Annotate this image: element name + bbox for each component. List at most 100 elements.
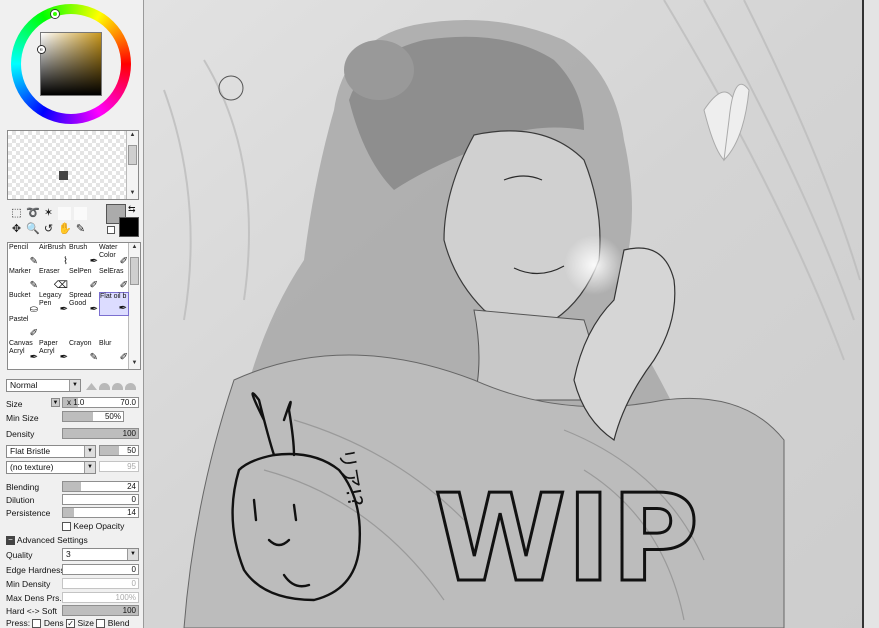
blur-icon: ✐ bbox=[119, 352, 128, 363]
paper-acryl-icon: ✒ bbox=[59, 352, 68, 363]
shape-preset-1[interactable] bbox=[86, 383, 97, 390]
scroll-thumb[interactable] bbox=[128, 145, 137, 165]
persistence-slider[interactable]: 14 bbox=[62, 507, 139, 518]
advanced-settings-toggle[interactable]: − Advanced Settings bbox=[6, 534, 88, 546]
reset-colors-icon[interactable] bbox=[107, 226, 115, 234]
min-density-label: Min Density bbox=[6, 579, 51, 589]
sv-marker[interactable] bbox=[38, 46, 45, 53]
selpen-icon: ✐ bbox=[89, 280, 98, 291]
brush-label: Pencil bbox=[9, 244, 29, 251]
brush-crayon[interactable]: Crayon ✎ bbox=[69, 340, 99, 364]
hard-soft-label: Hard <-> Soft bbox=[6, 606, 58, 616]
scroll-up-icon[interactable]: ▲ bbox=[128, 131, 137, 141]
brush-label: Flat oil b bbox=[100, 293, 127, 300]
eraser-icon: ⌫ bbox=[53, 280, 68, 291]
watercolor-icon: ✐ bbox=[119, 256, 128, 267]
shape-preset-3[interactable] bbox=[112, 383, 123, 390]
brush-pencil[interactable]: Pencil ✎ bbox=[9, 244, 39, 268]
size-multiplier-dropdown[interactable]: ▼ bbox=[51, 398, 60, 407]
rect-select-icon[interactable]: ⬚ bbox=[10, 207, 23, 220]
brush-scrollbar[interactable]: ▲ ▼ bbox=[128, 243, 140, 369]
drawing-canvas[interactable]: リア!? WIP bbox=[144, 0, 879, 628]
fg-bg-color-swatches[interactable]: ⇆ bbox=[106, 204, 140, 238]
hue-marker[interactable] bbox=[51, 10, 59, 18]
brush-label: Blur bbox=[99, 340, 112, 347]
scroll-up-icon[interactable]: ▲ bbox=[130, 243, 139, 253]
pencil-icon: ✎ bbox=[29, 256, 38, 267]
brush-shape-presets[interactable] bbox=[86, 382, 138, 392]
max-dens-slider: 100% bbox=[62, 592, 139, 603]
size-label: Size bbox=[6, 399, 23, 409]
brush-shape-strength[interactable]: 50 bbox=[99, 445, 139, 456]
blend-mode-select[interactable]: Normal ▼ bbox=[6, 379, 81, 392]
zoom-icon[interactable]: 🔍 bbox=[26, 223, 40, 236]
keep-opacity-checkbox[interactable] bbox=[62, 522, 71, 532]
quality-select[interactable]: 3 ▼ bbox=[62, 548, 139, 561]
persistence-label: Persistence bbox=[6, 508, 51, 518]
shape-preset-2[interactable] bbox=[99, 383, 110, 390]
press-blend-checkbox[interactable] bbox=[96, 619, 106, 628]
min-size-slider[interactable]: 50% bbox=[62, 411, 124, 422]
brush-pastel[interactable]: Pastel ✐ bbox=[9, 316, 39, 340]
min-density-slider: 0 bbox=[62, 578, 139, 589]
brush-label: AirBrush bbox=[39, 244, 66, 251]
chevron-down-icon: ▼ bbox=[69, 380, 80, 391]
scroll-down-icon[interactable]: ▼ bbox=[128, 189, 137, 199]
brush-empty-slot bbox=[69, 316, 99, 340]
brush-marker[interactable]: Marker ✎ bbox=[9, 268, 39, 292]
lasso-icon[interactable]: ➰ bbox=[26, 207, 40, 220]
brush-seleras[interactable]: SelEras ✐ bbox=[99, 268, 129, 292]
brush-eraser[interactable]: Eraser ⌫ bbox=[39, 268, 69, 292]
brush-bucket[interactable]: Bucket ⛀ bbox=[9, 292, 39, 316]
scroll-down-icon[interactable]: ▼ bbox=[130, 359, 139, 369]
brush-blur[interactable]: Blur ✐ bbox=[99, 340, 129, 364]
brush-paper-acryl[interactable]: Paper Acryl ✒ bbox=[39, 340, 69, 364]
brush-label: Pastel bbox=[9, 316, 29, 323]
brush-flat-oil-b[interactable]: Flat oil b ✒ bbox=[99, 292, 129, 316]
scroll-thumb[interactable] bbox=[130, 257, 139, 285]
edge-hardness-slider[interactable]: 0 bbox=[62, 564, 139, 575]
texture-select[interactable]: (no texture) ▼ bbox=[6, 461, 96, 474]
brush-label: Spread Good bbox=[69, 292, 92, 307]
brush-water-color[interactable]: Water Color ✐ bbox=[99, 244, 129, 268]
rotate-icon[interactable]: ↺ bbox=[42, 223, 55, 236]
background-color[interactable] bbox=[119, 217, 139, 237]
brush-canvas-acryl[interactable]: Canvas Acryl ✒ bbox=[9, 340, 39, 364]
hand-icon[interactable]: ✋ bbox=[58, 223, 72, 236]
move-icon[interactable]: ✥ bbox=[10, 223, 23, 236]
navigator-preview[interactable]: ▲ ▼ bbox=[7, 130, 139, 200]
eyedropper-icon[interactable]: ✎ bbox=[74, 223, 87, 236]
brush-legacy-pen[interactable]: Legacy Pen ✒ bbox=[39, 292, 69, 316]
saturation-value-square[interactable] bbox=[40, 32, 102, 96]
tool-icons: ⬚ ➰ ✶ ✥ 🔍 ↺ ✋ ✎ bbox=[8, 205, 103, 239]
shape-preset-4[interactable] bbox=[125, 383, 136, 390]
brush-brush[interactable]: Brush ✒ bbox=[69, 244, 99, 268]
brush-selpen[interactable]: SelPen ✐ bbox=[69, 268, 99, 292]
density-slider[interactable]: 100 bbox=[62, 428, 139, 439]
brush-empty-slot bbox=[99, 316, 129, 340]
spread-icon: ✒ bbox=[89, 304, 98, 315]
press-dens-checkbox[interactable] bbox=[32, 619, 42, 628]
color-wheel[interactable] bbox=[8, 4, 134, 126]
magic-wand-icon[interactable]: ✶ bbox=[42, 207, 55, 220]
collapse-icon[interactable]: − bbox=[6, 536, 15, 546]
keep-opacity-option[interactable]: Keep Opacity bbox=[62, 520, 124, 532]
navigator-scrollbar[interactable]: ▲ ▼ bbox=[126, 131, 138, 199]
blending-slider[interactable]: 24 bbox=[62, 481, 139, 492]
size-slider[interactable]: x 1.0 70.0 bbox=[62, 397, 139, 408]
canvas-acryl-icon: ✒ bbox=[29, 352, 38, 363]
press-size-checkbox[interactable]: ✓ bbox=[66, 619, 76, 628]
brush-airbrush[interactable]: AirBrush ⌇ bbox=[39, 244, 69, 268]
hard-soft-slider[interactable]: 100 bbox=[62, 605, 139, 616]
dilution-slider[interactable]: 0 bbox=[62, 494, 139, 505]
brush-shape-select[interactable]: Flat Bristle ▼ bbox=[6, 445, 96, 458]
brush-spread-good[interactable]: Spread Good ✒ bbox=[69, 292, 99, 316]
pastel-icon: ✐ bbox=[29, 328, 38, 339]
swap-colors-icon[interactable]: ⇆ bbox=[128, 204, 136, 215]
max-dens-label: Max Dens Prs. bbox=[6, 593, 62, 603]
brush-label: SelPen bbox=[69, 268, 92, 275]
legacy-pen-icon: ✒ bbox=[59, 304, 68, 315]
brush-palette: ▲ ▼ Pencil ✎ AirBrush ⌇ Brush ✒ Water Color ✐ Ma… bbox=[7, 242, 141, 370]
brush-label: SelEras bbox=[99, 268, 124, 275]
size-value: 70.0 bbox=[120, 398, 136, 407]
